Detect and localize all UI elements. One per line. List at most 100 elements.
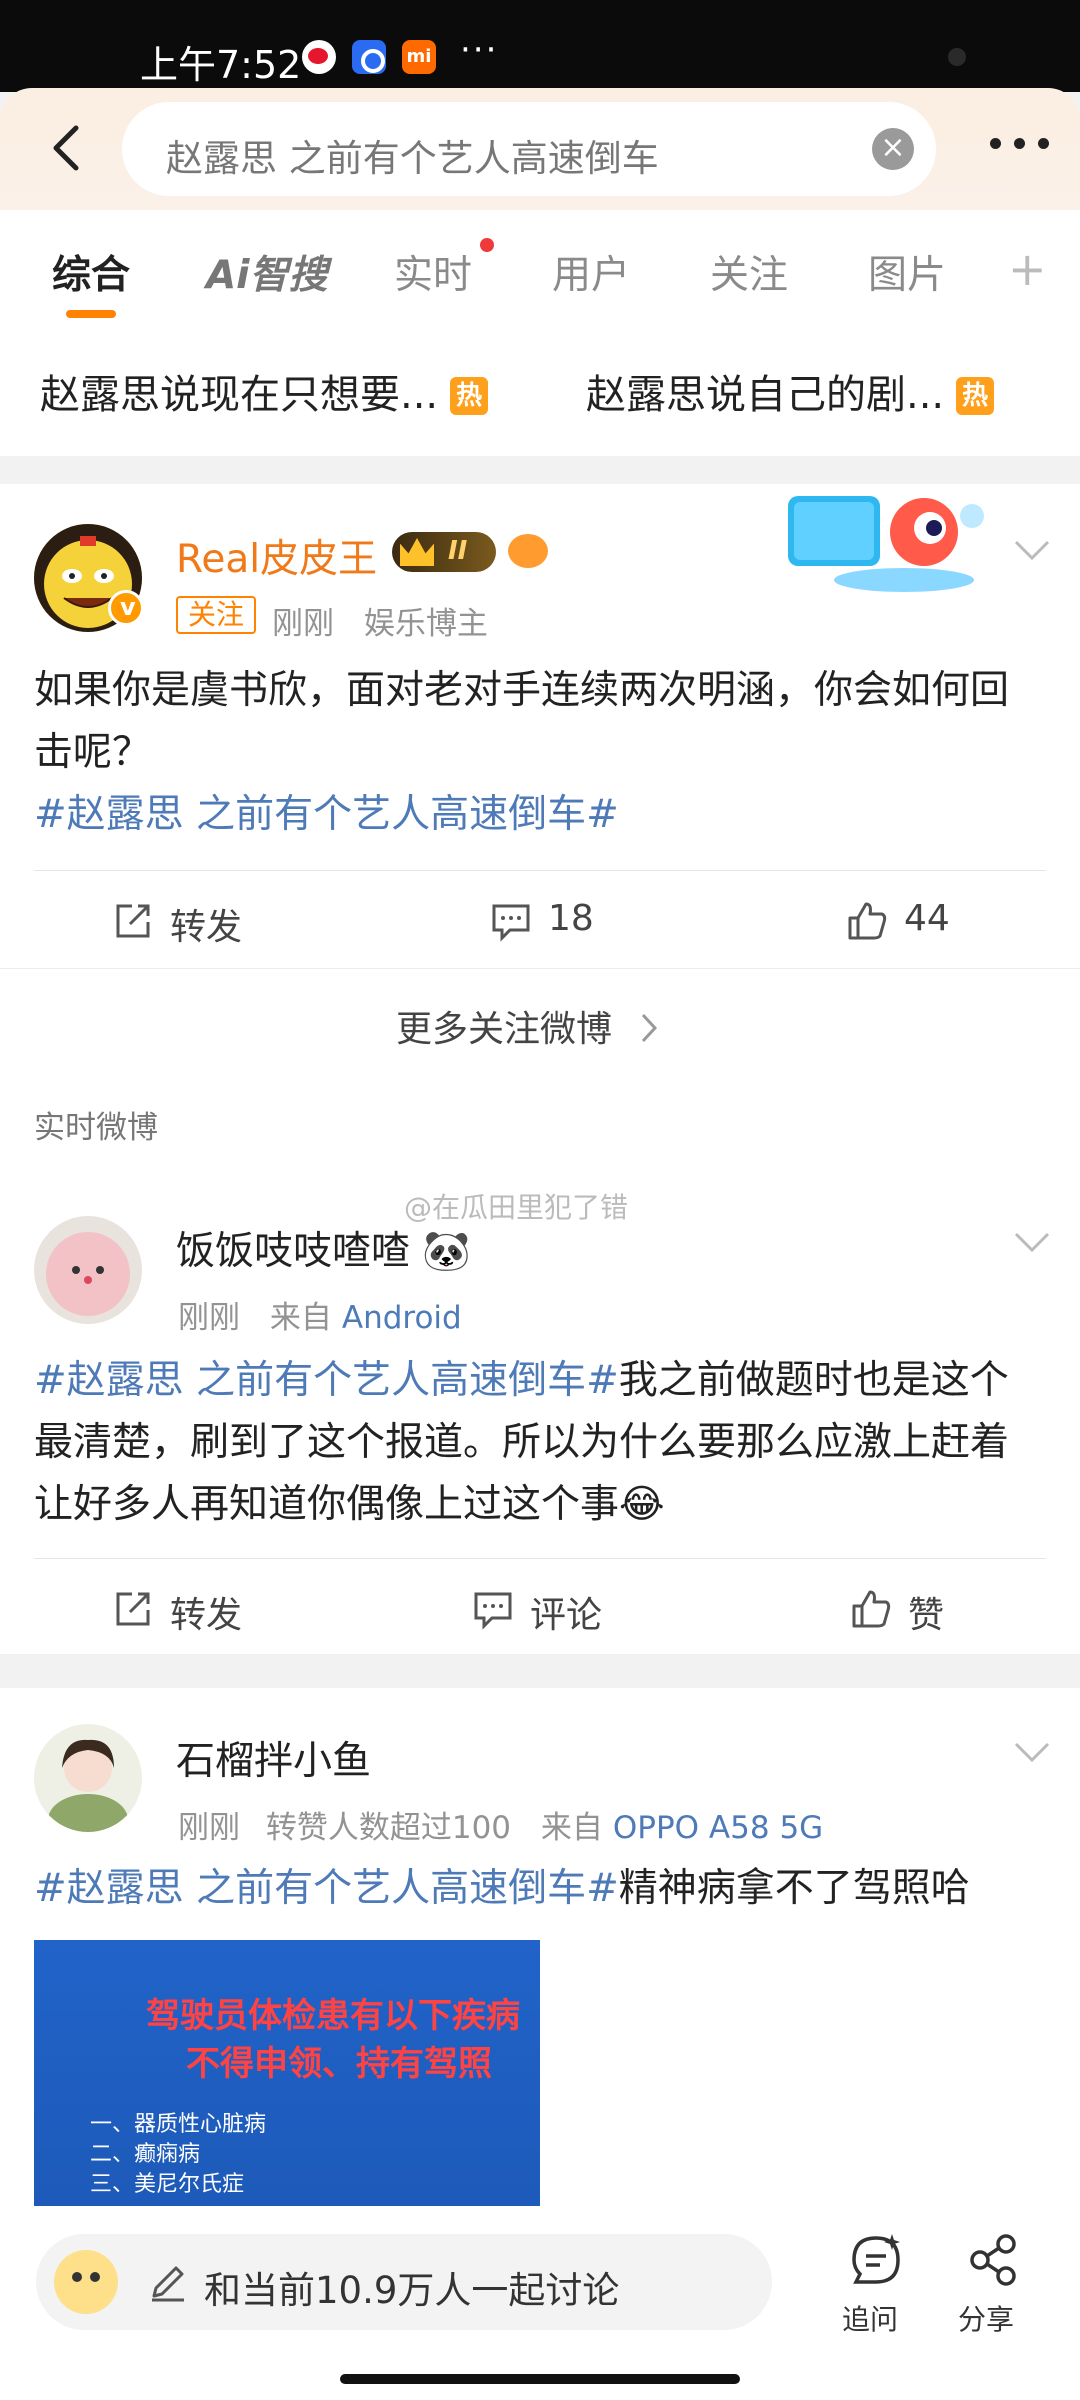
comment-icon: [492, 904, 530, 942]
panda-emoji: 🐼: [422, 1229, 471, 1274]
follow-up-ask-button[interactable]: 追问: [830, 2232, 910, 2336]
divider: [34, 870, 1046, 871]
verified-badge-icon: [108, 590, 144, 626]
user-avatar: [54, 2250, 118, 2314]
home-indicator[interactable]: [340, 2374, 740, 2384]
search-query-text: 赵露思 之前有个艺人高速倒车: [166, 137, 659, 180]
image-list-item: 三、美尼尔氏症: [90, 2172, 245, 2197]
status-bar: 上午7:52 mi ···: [0, 0, 1080, 92]
post-time: 刚刚: [272, 606, 334, 642]
hashtag-link[interactable]: #赵露思 之前有个艺人高速倒车#: [34, 1866, 619, 1911]
tab-realtime[interactable]: 实时: [394, 244, 472, 300]
comment-label: 评论: [530, 1595, 603, 1636]
share-icon: [970, 2234, 1016, 2286]
ask-label: 追问: [841, 2303, 898, 2336]
clear-search-icon[interactable]: ×: [872, 128, 914, 170]
tab-comprehensive[interactable]: 综合: [52, 244, 130, 300]
comment-icon: [474, 1592, 512, 1630]
avatar-girl-icon: [34, 1724, 142, 1832]
post-text: #赵露思 之前有个艺人高速倒车#我之前做题时也是这个最清楚，刷到了这个报道。所以…: [34, 1350, 1046, 1536]
hot-topic-text: 赵露思说现在只想要...: [40, 372, 439, 418]
thumbs-up-icon: [852, 1590, 891, 1628]
pencil-icon: [152, 2266, 184, 2302]
author-name-text: 饭饭吱吱喳喳: [176, 1229, 411, 1274]
wave-master-icon: [788, 496, 984, 592]
chevron-down-icon[interactable]: [1014, 1740, 1050, 1764]
search-tabs: 综合 Ai智搜 实时 用户 关注 图片 +: [0, 210, 1080, 328]
search-input[interactable]: 赵露思 之前有个艺人高速倒车 ×: [122, 102, 936, 196]
chevron-down-icon[interactable]: [1014, 538, 1050, 562]
back-arrow-icon[interactable]: [42, 122, 94, 174]
more-notifications-icon: ···: [460, 30, 499, 70]
source-prefix: 来自: [540, 1810, 603, 1846]
tab-images[interactable]: 图片: [868, 244, 946, 300]
hot-topic-item[interactable]: 赵露思说现在只想要... 热: [40, 362, 489, 420]
tab-ai-search[interactable]: Ai智搜: [206, 244, 328, 300]
front-camera: [948, 48, 966, 66]
repost-icon: [116, 904, 150, 938]
share-label: 分享: [957, 2303, 1014, 2336]
status-time: 上午7:52: [140, 43, 302, 87]
divider: [34, 1558, 1046, 1559]
hot-badge: 热: [956, 377, 995, 415]
like-count: 44: [904, 898, 950, 939]
fish-badge-icon: [508, 534, 548, 568]
search-header: 赵露思 之前有个艺人高速倒车 ×: [0, 88, 1080, 210]
post-source: OPPO A58 5G: [612, 1810, 824, 1846]
laugh-emoji: 😂: [619, 1482, 665, 1527]
crown-icon: [400, 538, 434, 566]
chevron-down-icon[interactable]: [1014, 1230, 1050, 1254]
post-content: 如果你是虞书欣，面对老对手连续两次明涵，你会如何回击呢？: [34, 668, 1010, 775]
post-time: 刚刚: [178, 1300, 240, 1336]
section-label: 实时微博: [34, 1110, 158, 1146]
post-text: 如果你是虞书欣，面对老对手连续两次明涵，你会如何回击呢？ #赵露思 之前有个艺人…: [34, 660, 1046, 846]
more-following-posts-link[interactable]: 更多关注微博: [396, 1000, 661, 1052]
hot-topic-text: 赵露思说自己的剧...: [586, 372, 945, 418]
mi-notification-icon: mi: [402, 40, 436, 74]
hot-topic-item[interactable]: 赵露思说自己的剧... 热: [586, 362, 995, 420]
divider: [0, 968, 1080, 969]
author-name[interactable]: 饭饭吱吱喳喳 🐼: [176, 1220, 471, 1276]
share-button[interactable]: 分享: [946, 2232, 1026, 2336]
vip-level-badge: II: [392, 532, 496, 572]
discuss-placeholder: 和当前10.9万人一起讨论: [204, 2269, 620, 2312]
hashtag-link[interactable]: #赵露思 之前有个艺人高速倒车#: [34, 792, 619, 837]
more-following-label: 更多关注微博: [396, 1009, 613, 1050]
post-content: 精神病拿不了驾照哈: [618, 1866, 970, 1911]
post-image[interactable]: 驾驶员体检患有以下疾病 不得申领、持有驾照 一、器质性心脏病 二、癫痫病 三、美…: [34, 1940, 540, 2210]
holiday-badge-image: [784, 488, 994, 596]
post-source: Android: [341, 1300, 462, 1336]
likes-info: 转赞人数超过100: [265, 1810, 512, 1846]
tab-users[interactable]: 用户: [552, 244, 630, 300]
repost-label: 转发: [170, 907, 243, 948]
tab-following[interactable]: 关注: [710, 244, 788, 300]
avatar[interactable]: [34, 1216, 142, 1324]
image-list-item: 一、器质性心脏病: [90, 2112, 267, 2137]
source-prefix: 来自: [269, 1300, 332, 1336]
realtime-new-dot: [480, 238, 494, 252]
author-name[interactable]: Real皮皮王: [176, 528, 377, 584]
chevron-right-icon: [642, 1013, 658, 1043]
vip-level: II: [448, 536, 468, 566]
avatar[interactable]: [34, 1724, 142, 1832]
more-options-icon[interactable]: [990, 138, 1050, 158]
post-meta: 刚刚 娱乐博主: [272, 598, 488, 643]
hot-badge: 热: [450, 377, 489, 415]
image-list-item: 二、癫痫病: [90, 2142, 201, 2167]
avatar-plush-icon: [34, 1216, 142, 1324]
active-tab-indicator: [66, 310, 116, 318]
hashtag-link[interactable]: #赵露思 之前有个艺人高速倒车#: [34, 1358, 619, 1403]
discuss-input[interactable]: 和当前10.9万人一起讨论: [36, 2234, 772, 2330]
hot-topics-bar: 赵露思说现在只想要... 热 赵露思说自己的剧... 热: [0, 328, 1080, 456]
follow-button[interactable]: 关注: [176, 596, 257, 634]
author-name[interactable]: 石榴拌小鱼: [176, 1730, 371, 1786]
repost-icon: [116, 1592, 150, 1626]
comment-count: 18: [548, 898, 594, 939]
add-tab-icon[interactable]: +: [1008, 242, 1047, 296]
app-notification-icon: [352, 40, 386, 74]
image-text-line: 不得申领、持有驾照: [186, 2044, 492, 2084]
ask-chat-icon: [852, 2234, 900, 2284]
thumbs-up-icon: [848, 902, 887, 940]
image-text-line: 驾驶员体检患有以下疾病: [146, 1996, 520, 2036]
weibo-notification-icon: [302, 40, 336, 74]
